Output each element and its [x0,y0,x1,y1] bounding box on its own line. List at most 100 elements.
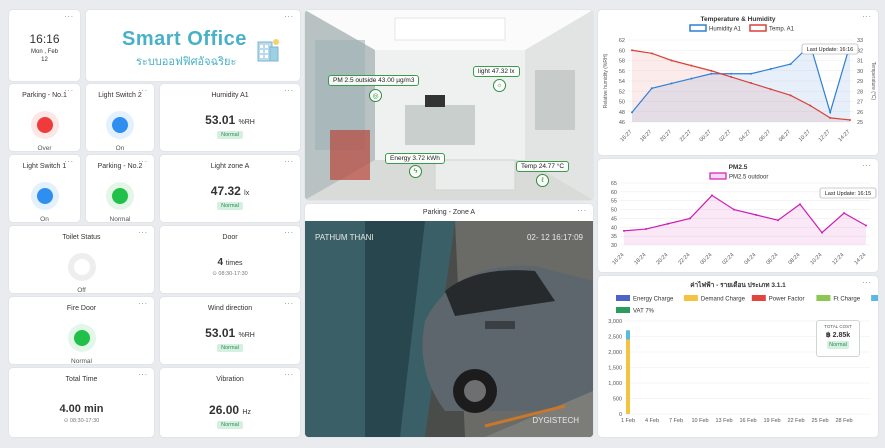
legend-swatch-humidity [689,24,707,32]
wind-direction-tile[interactable]: ... Wind direction 53.01 %RH Normal [160,297,300,364]
legend-label: VAT 7% [633,309,655,315]
more-menu-icon[interactable]: ... [284,85,294,93]
more-menu-icon[interactable]: ... [64,11,74,19]
x-tick-label: 1 Feb [621,418,635,424]
more-menu-icon[interactable]: ... [284,298,294,306]
more-menu-icon[interactable]: ... [138,156,148,164]
humidity-point [670,82,673,85]
toilet-status-tile[interactable]: ... Toilet Status Off [9,226,154,294]
vibration-tile[interactable]: ... Vibration 26.00 Hz Normal [160,368,300,437]
schedule-text: ⊙ 08:30-17:30 [63,418,100,424]
energy-hotspot[interactable]: Energy 3.72 kWh [385,153,445,164]
tile-status: On [115,145,125,152]
temp-point [769,88,772,91]
clock-date: Mon , Feb [30,49,58,55]
more-menu-icon[interactable]: ... [138,85,148,93]
status-badge: Normal [217,202,243,210]
tile-status: Off [77,287,86,294]
y-left-tick-label: 60 [619,48,625,54]
more-menu-icon[interactable]: ... [138,369,148,377]
y-right-tick-label: 28 [857,89,863,95]
legend-swatch [816,295,831,301]
temp-point [829,116,832,119]
last-update-text: Last Update: 16:16 [807,47,853,53]
y-left-tick-label: 62 [619,38,625,44]
parking2-tile[interactable]: ... Parking - No.2 Normal [86,155,154,223]
legend-label-pm25: PM2.5 outdoor [729,175,768,181]
x-tick-label: 16:27 [619,129,633,143]
x-tick-label: 18:27 [639,129,653,143]
y-left-tick-label: 50 [619,100,625,106]
camera-feed[interactable]: PATHUM THANI 02- 12 16:17:09 DYGISTECH [305,221,593,437]
camera-frame-image [305,221,593,437]
tile-status: Normal [109,216,131,223]
tile-value: 4 times [217,257,243,268]
pm25-point [645,228,647,231]
total-time-tile[interactable]: ... Total Time 4.00 min ⊙ 08:30-17:30 [9,368,154,437]
temperature-hotspot[interactable]: Temp 24.77 °C [516,161,570,172]
pm25-chart[interactable]: PM2.5 PM2.5 outdoor 65 60 55 50 45 40 35 30 16:24 1… [598,159,878,272]
legend-swatch-temp [749,24,767,32]
more-menu-icon[interactable]: ... [284,156,294,164]
more-menu-icon[interactable]: ... [284,369,294,377]
thermometer-icon[interactable]: ℓ [536,174,549,187]
legend-label: Demand Charge [701,297,746,303]
y-left-tick-label: 56 [619,69,625,75]
tile-status: Normal [71,358,92,365]
pm25-sensor-icon[interactable]: ◎ [369,89,382,102]
fire-door-tile[interactable]: ... Fire Door Normal [9,297,154,365]
x-tick-label: 04:27 [738,129,752,143]
legend-label-temp: Temp. A1 [769,27,795,33]
pm25-point [711,194,713,197]
light-switch-2-tile[interactable]: ... Light Switch 2 On [86,84,154,152]
light-hotspot[interactable]: light 47.32 lx [473,66,520,77]
legend-label: Ft Charge [833,297,860,303]
light-zone-tile[interactable]: ... Light zone A 47.32 lx Normal [160,155,300,222]
pm25-point [689,217,691,220]
y-right-tick-label: 30 [857,69,863,75]
y-tick-label: 1,500 [608,366,622,372]
y-tick-label: 45 [611,216,617,222]
more-menu-icon[interactable]: ... [577,205,587,213]
x-tick-label: 04:24 [743,252,757,266]
status-dot [36,117,53,133]
tile-value: 53.01 %RH [205,113,255,127]
temp-humidity-chart[interactable]: Temperature & Humidity Humidity A1 Temp. A… [598,10,878,155]
more-menu-icon[interactable]: ... [138,227,148,235]
parking1-tile[interactable]: ... Parking - No.1 Over [9,84,80,152]
humidity-point [710,72,713,75]
x-tick-label: 12:24 [831,252,845,266]
more-menu-icon[interactable]: ... [64,85,74,93]
status-badge: Normal [217,131,243,139]
total-cost-value: ฿ 2.85k [825,332,851,339]
y-left-tick-label: 48 [619,110,625,116]
pm25-hotspot[interactable]: PM 2.5 outside 43.00 µg/m3 [328,75,420,86]
more-menu-icon[interactable]: ... [284,11,294,19]
x-tick-label: 19 Feb [763,418,780,424]
camera-watermark: DYGISTECH [532,416,579,425]
chart-title: ค่าไฟฟ้า - รายเดือน ประเภท 3.1.1 [690,280,786,289]
office-floorplan-view[interactable]: PM 2.5 outside 43.00 µg/m3 ◎ light 47.32… [305,10,593,200]
more-menu-icon[interactable]: ... [284,227,294,235]
x-tick-label: 16 Feb [739,418,756,424]
humidity-tile[interactable]: ... Humidity A1 53.01 %RH Normal [160,84,300,151]
camera-location-overlay: PATHUM THANI [315,233,374,242]
more-menu-icon[interactable]: ... [64,156,74,164]
x-tick-label: 7 Feb [669,418,683,424]
parking-camera-card[interactable]: ... Parking - Zone A PATHUM THANI 02- 12… [305,204,593,437]
x-tick-label: 13 Feb [715,418,732,424]
y-right-tick-label: 27 [857,100,863,106]
x-tick-label: 10:24 [809,252,823,266]
light-sensor-icon[interactable]: ☼ [493,79,506,92]
temp-point [690,64,693,67]
temp-humidity-chart-card: ... Temperature & Humidity Humidity A1 Tem… [598,10,878,155]
light-switch-1-tile[interactable]: ... Light Switch 1 On [9,155,80,223]
door-tile[interactable]: ... Door 4 times ⊙ 08:30-17:30 [160,226,300,293]
clock-card: ... 16:16 Mon , Feb 12 [9,10,80,81]
tile-title: Parking - No.2 [97,163,143,170]
temp-point [670,59,673,62]
clock-time: 16:16 [29,32,60,46]
more-menu-icon[interactable]: ... [138,298,148,306]
energy-meter-icon[interactable]: ϟ [409,165,422,178]
pm25-area [624,195,866,245]
